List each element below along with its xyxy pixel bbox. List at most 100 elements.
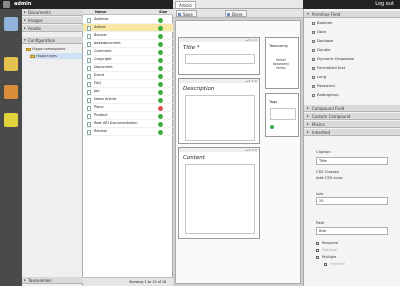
field-type-icon xyxy=(312,57,315,61)
paging-status: Showing 1 to 15 of 18 xyxy=(129,280,167,284)
description-input[interactable] xyxy=(185,95,255,141)
field-taxonomy[interactable]: Taxonomy Select taxonomy terms xyxy=(265,37,299,89)
row-name: basedocument xyxy=(94,41,121,45)
row-name: Address xyxy=(94,17,109,21)
chevron-right-icon: ▸ xyxy=(24,10,26,14)
row-name: News Article xyxy=(94,97,117,101)
table-row[interactable]: FAQ xyxy=(83,80,173,88)
folder-icon[interactable] xyxy=(4,57,18,71)
size-input[interactable]: 25 xyxy=(316,197,388,205)
status-icon xyxy=(158,17,163,23)
path-input[interactable]: title xyxy=(316,227,388,235)
accordion-documents[interactable]: ▸ Documents xyxy=(22,9,83,16)
row-name: Comment xyxy=(94,49,112,53)
column-size[interactable]: Size xyxy=(159,9,167,15)
table-row[interactable]: Document xyxy=(83,64,173,72)
field-type-icon xyxy=(312,84,315,88)
field-title[interactable]: ▴ ▾ × ⊙ Title * xyxy=(178,37,260,75)
tree-node-types[interactable]: Hippo:types xyxy=(30,53,82,59)
accordion-configuration[interactable]: ▾ Configuration xyxy=(22,37,83,44)
field-tags[interactable]: Tags xyxy=(265,93,299,137)
settings-icon[interactable] xyxy=(4,85,18,99)
primitive-field-item[interactable]: Formatted text xyxy=(312,65,345,71)
save-button[interactable]: Save xyxy=(176,10,197,17)
field-type-icon xyxy=(312,48,315,52)
accordion-images[interactable]: ▸ Images xyxy=(22,17,83,24)
row-name: Article xyxy=(94,25,106,29)
primitive-field-item[interactable]: Password xyxy=(312,83,335,89)
checkbox-icon xyxy=(316,248,319,252)
section-primitive-field[interactable]: ▾ Primitive Field xyxy=(304,11,400,18)
table-row[interactable]: News Article xyxy=(83,96,173,104)
tools-icon[interactable] xyxy=(4,113,18,127)
primitive-field-item[interactable]: Double xyxy=(312,47,330,53)
ordered-checkbox[interactable]: Ordered xyxy=(324,262,345,266)
optional-checkbox[interactable]: Optional xyxy=(316,248,337,252)
caption-input[interactable]: Title xyxy=(316,157,388,165)
column-name[interactable]: Name xyxy=(95,9,106,15)
add-tag-icon[interactable] xyxy=(270,125,274,129)
field-description[interactable]: ▴ ▾ × ⊙ Description xyxy=(178,78,260,144)
document-type-icon xyxy=(87,65,91,71)
table-row[interactable]: Comment xyxy=(83,48,173,56)
table-row[interactable]: Product xyxy=(83,112,173,120)
primitive-field-item[interactable]: Date xyxy=(312,29,326,35)
document-type-icon xyxy=(87,49,91,55)
table-row[interactable]: basedocument xyxy=(83,40,173,48)
accordion-assets[interactable]: ▸ Assets xyxy=(22,25,83,32)
field-content[interactable]: ▴ ▾ × ⊙ Content xyxy=(178,147,260,239)
properties-panel: ▾ Primitive Field Boolean Date Docbase Doubl… xyxy=(303,9,400,286)
section-mixins[interactable]: ▸ Mixins xyxy=(304,121,400,128)
table-row[interactable]: Address xyxy=(83,16,173,24)
status-icon xyxy=(158,41,163,47)
required-checkbox[interactable]: Required xyxy=(316,241,338,245)
table-row[interactable]: Job xyxy=(83,88,173,96)
title-input[interactable] xyxy=(185,54,255,64)
document-type-icon xyxy=(87,97,91,103)
document-type-icon xyxy=(87,121,91,127)
table-row[interactable]: Review xyxy=(83,128,173,136)
table-row[interactable]: Event xyxy=(83,72,173,80)
primitive-field-item[interactable]: Docbase xyxy=(312,38,333,44)
table-row[interactable]: Place xyxy=(83,104,173,112)
tree-node-namespaces[interactable]: Hippo:namespaces xyxy=(26,46,82,52)
section-compound-field[interactable]: ▸ Compound Field xyxy=(304,105,400,112)
table-row[interactable]: Rest API Documentation xyxy=(83,120,173,128)
primitive-field-item[interactable]: Radiogroup xyxy=(312,92,339,98)
field-title-label: Title * xyxy=(183,45,200,51)
section-custom-compound[interactable]: ▸ Custom Compound xyxy=(304,113,400,120)
accordion-taxonomies[interactable]: ▸ Taxonomies xyxy=(22,277,83,284)
tags-input[interactable] xyxy=(270,108,296,120)
content-input[interactable] xyxy=(185,164,255,234)
row-name: FAQ xyxy=(94,81,101,85)
document-type-icon xyxy=(87,17,91,23)
table-row[interactable]: Banner xyxy=(83,32,173,40)
caption-label: Caption xyxy=(316,149,331,154)
status-icon xyxy=(158,49,163,55)
primitive-field-item[interactable]: Boolean xyxy=(312,20,332,26)
perspective-bar xyxy=(0,9,22,286)
table-row[interactable]: Copyright xyxy=(83,56,173,64)
path-label: Path xyxy=(316,220,325,225)
chevron-right-icon: ▸ xyxy=(307,122,309,126)
status-icon xyxy=(158,121,163,127)
field-controls[interactable]: ▴ ▾ × ⊙ xyxy=(179,148,259,152)
document-icon[interactable] xyxy=(4,17,18,31)
document-type-icon xyxy=(87,105,91,111)
logout-link[interactable]: Log out xyxy=(375,1,394,7)
tab-article[interactable]: Article xyxy=(175,1,196,8)
multiple-checkbox[interactable]: Multiple xyxy=(316,255,336,259)
done-icon xyxy=(227,12,230,16)
document-type-icon xyxy=(87,73,91,79)
done-button[interactable]: Done xyxy=(225,10,247,17)
row-name: Copyright xyxy=(94,57,112,61)
status-icon xyxy=(158,97,163,103)
add-css-class-link[interactable]: Add CSS class xyxy=(316,175,343,180)
primitive-field-item[interactable]: Dynamic Dropdown xyxy=(312,56,354,62)
field-controls[interactable]: ▴ ▾ × ⊙ xyxy=(179,38,259,42)
chevron-right-icon: ▸ xyxy=(24,26,26,30)
primitive-field-item[interactable]: Long xyxy=(312,74,326,80)
field-controls[interactable]: ▴ ▾ × ⊙ xyxy=(179,79,259,83)
section-inherited[interactable]: ▸ Inherited xyxy=(304,129,400,136)
table-row[interactable]: Article xyxy=(83,24,173,32)
